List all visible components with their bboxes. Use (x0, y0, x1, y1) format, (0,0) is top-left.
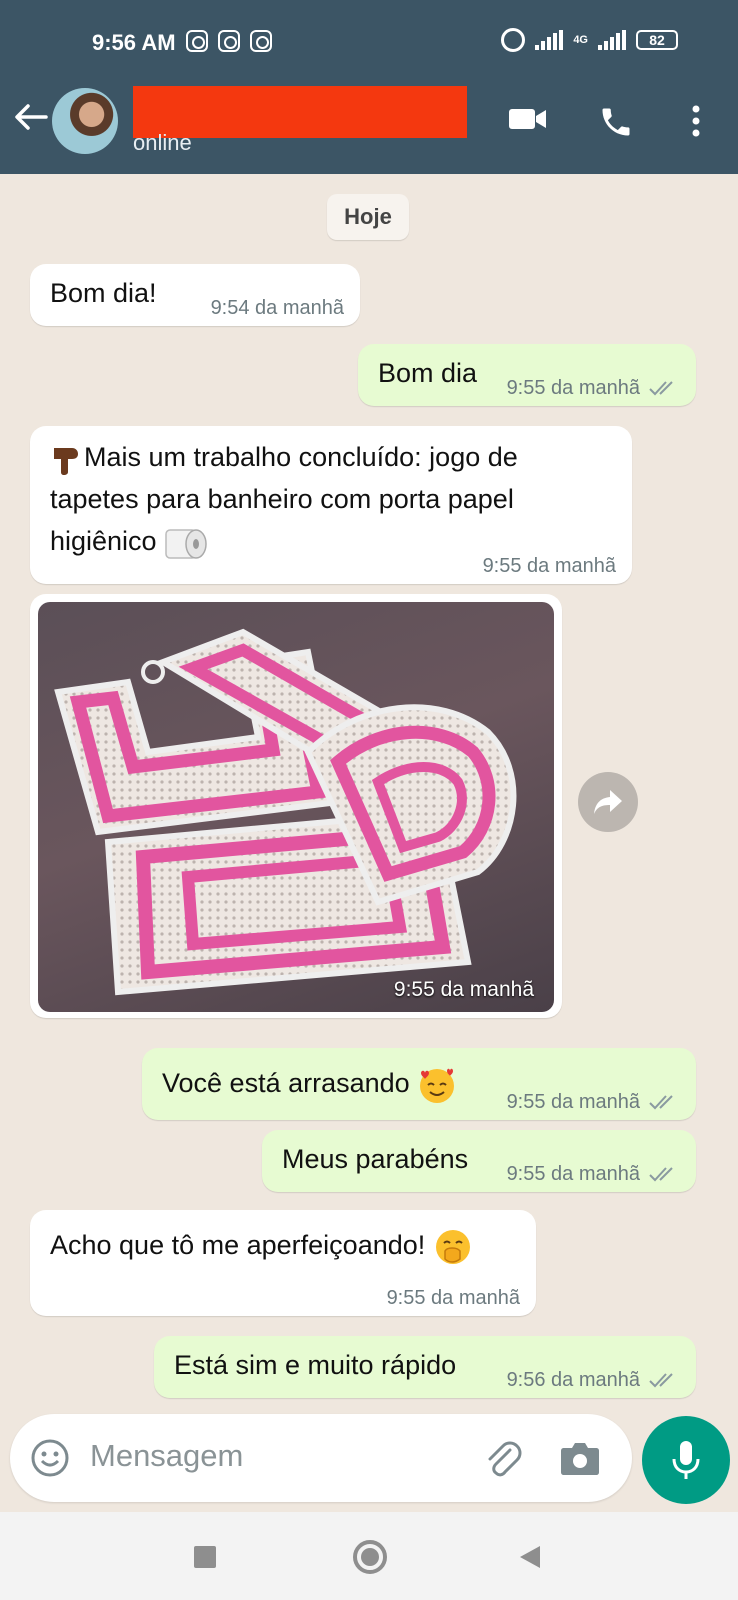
back-arrow-icon[interactable] (14, 102, 48, 132)
message-time: 9:55 da manhã (506, 1091, 640, 1113)
status-time: 9:56 AM (92, 30, 176, 55)
emoji-icon[interactable] (30, 1438, 70, 1478)
video-call-icon[interactable] (508, 104, 548, 134)
battery-icon: 82 (636, 30, 678, 50)
message-incoming[interactable]: Bom dia! 9:54 da manhã (30, 264, 360, 326)
read-ticks-icon (649, 1373, 673, 1388)
message-incoming[interactable]: Acho que tô me aperfeiçoando! 9:55 da ma… (30, 1210, 536, 1316)
date-chip: Hoje (327, 194, 409, 240)
message-text-line: Mais um trabalho concluído: jogo de (84, 442, 518, 472)
chat-area[interactable]: Hoje Bom dia! 9:54 da manhã Bom dia 9:55… (0, 174, 738, 1400)
read-ticks-icon (649, 381, 673, 396)
message-text-line: tapetes para banheiro com porta papel (50, 484, 514, 514)
instagram-icon (186, 30, 208, 52)
pointing-down-hand-icon (54, 447, 78, 475)
read-ticks-icon (649, 1095, 673, 1110)
message-time: 9:55 da manhã (506, 377, 640, 399)
read-ticks-icon (649, 1167, 673, 1182)
microphone-icon (672, 1441, 700, 1479)
network-type: 4G (573, 33, 588, 46)
recents-button[interactable] (194, 1546, 216, 1568)
contact-status: online (133, 130, 192, 155)
signal-icon-2 (598, 30, 626, 50)
message-input[interactable]: Mensagem (90, 1438, 243, 1474)
mic-button[interactable] (642, 1416, 730, 1504)
crochet-rug-photo[interactable]: 9:55 da manhã (38, 602, 554, 1012)
message-outgoing[interactable]: Meus parabéns 9:55 da manhã (262, 1130, 696, 1192)
crochet-rugs-illustration (54, 628, 517, 996)
message-time: 9:56 da manhã (506, 1369, 640, 1391)
system-status: 4G 82 (501, 28, 678, 52)
message-time: 9:55 da manhã (482, 555, 616, 577)
battery-level: 82 (649, 32, 665, 48)
message-incoming[interactable]: Mais um trabalho concluído: jogo de tape… (30, 426, 632, 584)
message-text: Você está arrasando (162, 1068, 410, 1098)
message-text: Bom dia (378, 358, 478, 388)
signal-icon (535, 30, 564, 50)
system-nav-bar (0, 1512, 738, 1600)
image-message[interactable]: 9:55 da manhã (30, 594, 562, 1018)
wifi-icon (250, 30, 272, 52)
message-outgoing[interactable]: Você está arrasando 9:55 da manhã (142, 1048, 696, 1120)
avatar[interactable] (52, 88, 118, 154)
message-time: 9:55 da manhã (506, 1163, 640, 1185)
face-hand-over-mouth-icon (435, 1229, 470, 1264)
forward-button[interactable] (578, 772, 638, 832)
phone-icon[interactable] (598, 104, 634, 140)
alarm-icon (501, 28, 526, 52)
message-text-line: higiênico (50, 526, 157, 556)
message-time: 9:55 da manhã (386, 1287, 520, 1309)
message-outgoing[interactable]: Bom dia 9:55 da manhã (358, 344, 696, 406)
message-text: Acho que tô me aperfeiçoando! (50, 1230, 426, 1260)
image-time: 9:55 da manhã (393, 978, 534, 1001)
camera-icon[interactable] (560, 1440, 600, 1476)
smiling-face-hearts-icon (420, 1068, 455, 1103)
message-input-bar[interactable]: Mensagem (10, 1414, 632, 1502)
instagram-icon (218, 30, 240, 52)
forward-arrow-icon (594, 790, 622, 814)
notification-icons (186, 30, 272, 52)
message-outgoing[interactable]: Está sim e muito rápido 9:56 da manhã (154, 1336, 696, 1398)
message-time: 9:54 da manhã (210, 297, 344, 319)
message-text: Está sim e muito rápido (174, 1350, 457, 1380)
toilet-paper-icon (165, 529, 207, 559)
message-text: Bom dia! (50, 278, 157, 308)
message-text: Meus parabéns (282, 1144, 469, 1174)
back-nav-icon[interactable] (518, 1544, 542, 1570)
attach-icon[interactable] (480, 1436, 524, 1480)
app-header: 9:56 AM 4G 82 online (0, 0, 738, 174)
more-vert-icon[interactable] (688, 104, 704, 138)
home-button[interactable] (353, 1540, 387, 1574)
